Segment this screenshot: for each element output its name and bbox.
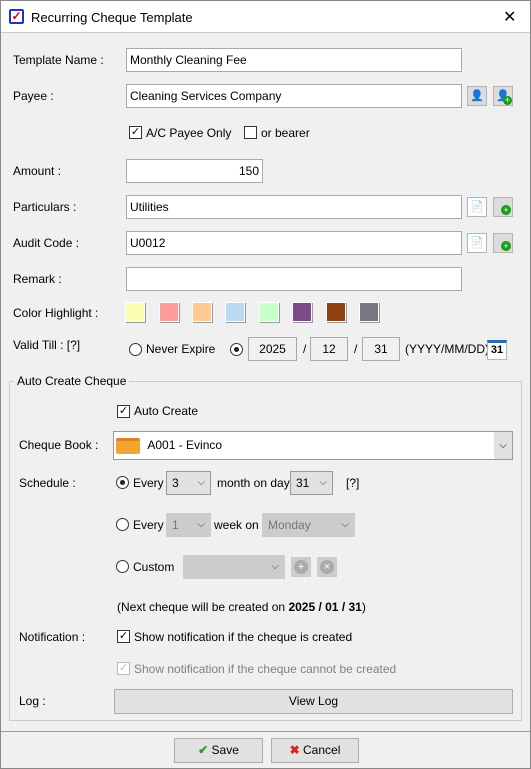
cancel-label: Cancel	[303, 743, 341, 757]
window-title: Recurring Cheque Template	[31, 10, 193, 25]
month-day-select[interactable]: 31 ⌵	[290, 471, 333, 495]
year-input[interactable]: 2025	[248, 337, 297, 361]
month-input[interactable]: 12	[310, 337, 348, 361]
calendar-icon[interactable]: 31	[487, 340, 507, 360]
log-label: Log :	[19, 694, 46, 708]
color-swatch[interactable]	[259, 302, 279, 322]
valid-till-label: Valid Till : [?]	[13, 338, 81, 352]
notification-label: Notification :	[19, 630, 86, 644]
cross-icon: ✖	[289, 743, 300, 757]
schedule-help-link[interactable]: [?]	[346, 476, 359, 490]
color-swatch[interactable]	[125, 302, 145, 322]
color-swatch[interactable]	[192, 302, 212, 322]
remark-label: Remark :	[13, 272, 62, 286]
every-label: Every	[133, 476, 164, 490]
auto-create-checkbox[interactable]: ✓	[117, 405, 130, 418]
next-date: 2025 / 01 / 31	[288, 600, 362, 614]
custom-select[interactable]: ⌵	[183, 555, 285, 579]
color-swatch[interactable]	[326, 302, 346, 322]
template-name-input[interactable]: Monthly Cleaning Fee	[126, 48, 462, 72]
or-bearer-checkbox[interactable]	[244, 126, 257, 139]
next-suffix: )	[361, 600, 366, 614]
document-icon[interactable]: 📄	[467, 197, 487, 217]
next-prefix: (Next cheque will be created on	[117, 600, 289, 614]
monthly-radio[interactable]	[116, 476, 129, 489]
auto-create-group-title: Auto Create Cheque	[14, 374, 130, 388]
ac-payee-only-label: A/C Payee Only	[146, 126, 232, 140]
template-name-label: Template Name :	[13, 53, 104, 67]
payee-input[interactable]: Cleaning Services Company	[126, 84, 462, 108]
document-icon[interactable]: 📄	[467, 233, 487, 253]
cheque-book-label: Cheque Book :	[19, 438, 99, 452]
color-swatch[interactable]	[225, 302, 245, 322]
save-label: Save	[211, 743, 239, 757]
ac-payee-only-checkbox[interactable]: ✓	[129, 126, 142, 139]
remove-custom-icon[interactable]: ×	[317, 557, 337, 577]
remark-input[interactable]	[126, 267, 462, 291]
particulars-input[interactable]: Utilities	[126, 195, 462, 219]
notify-failed-label: Show notification if the cheque cannot b…	[134, 662, 397, 676]
notify-created-label: Show notification if the cheque is creat…	[134, 630, 353, 644]
dialog-window: ✓ Recurring Cheque Template ✕ Template N…	[0, 0, 531, 769]
color-swatch[interactable]	[359, 302, 379, 322]
auto-create-label: Auto Create	[134, 404, 199, 418]
never-expire-radio[interactable]	[129, 343, 142, 356]
week-on-label: week on	[214, 518, 259, 532]
add-payee-icon[interactable]: 👤 +	[493, 86, 513, 106]
notify-failed-checkbox[interactable]: ✓	[117, 662, 130, 675]
week-interval-value: 1	[172, 518, 179, 532]
custom-label: Custom	[133, 560, 175, 574]
folder-icon	[116, 437, 140, 454]
date-separator: /	[303, 342, 307, 356]
title-bar: ✓ Recurring Cheque Template ✕	[1, 1, 530, 33]
month-interval-value: 3	[172, 476, 179, 490]
date-separator: /	[354, 342, 358, 356]
month-on-day-label: month on day	[217, 476, 290, 490]
audit-code-label: Audit Code :	[13, 236, 80, 250]
color-highlight-label: Color Highlight :	[13, 306, 99, 320]
cheque-book-value: A001 - Evinco	[147, 438, 223, 452]
weekday-select[interactable]: Monday ⌵	[262, 513, 355, 537]
weekly-radio[interactable]	[116, 518, 129, 531]
every-label: Every	[133, 518, 164, 532]
month-day-value: 31	[296, 476, 310, 490]
cancel-button[interactable]: ✖ Cancel	[271, 738, 359, 763]
view-log-button[interactable]: View Log	[114, 689, 513, 714]
week-interval-select[interactable]: 1 ⌵	[166, 513, 211, 537]
save-button[interactable]: ✔ Save	[174, 738, 263, 763]
valid-date-radio[interactable]	[230, 343, 243, 356]
chevron-down-icon: ⌵	[341, 519, 349, 530]
chevron-down-icon: ⌵	[197, 477, 205, 488]
color-swatch[interactable]	[292, 302, 312, 322]
select-payee-icon[interactable]: 👤	[467, 86, 487, 106]
chevron-down-icon: ⌵	[319, 477, 327, 488]
amount-label: Amount :	[13, 164, 62, 178]
checkmark-icon: ✔	[198, 743, 209, 757]
date-format-hint: (YYYY/MM/DD)	[405, 342, 489, 356]
add-custom-icon[interactable]: +	[291, 557, 311, 577]
chevron-down-icon: ⌵	[197, 519, 205, 530]
month-interval-select[interactable]: 3 ⌵	[166, 471, 211, 495]
add-particulars-icon[interactable]: +	[493, 197, 513, 217]
app-icon: ✓	[9, 9, 24, 24]
next-cheque-info: (Next cheque will be created on 2025 / 0…	[117, 600, 366, 614]
audit-code-input[interactable]: U0012	[126, 231, 462, 255]
footer-divider	[1, 731, 530, 732]
color-swatch[interactable]	[159, 302, 179, 322]
add-audit-code-icon[interactable]: +	[493, 233, 513, 253]
never-expire-label: Never Expire	[146, 342, 216, 356]
payee-label: Payee :	[13, 89, 54, 103]
schedule-label: Schedule :	[19, 476, 76, 490]
custom-radio[interactable]	[116, 560, 129, 573]
particulars-label: Particulars :	[13, 200, 77, 214]
day-input[interactable]: 31	[362, 337, 400, 361]
or-bearer-label: or bearer	[261, 126, 310, 140]
chevron-down-icon[interactable]: ⌵	[494, 432, 512, 459]
chevron-down-icon: ⌵	[271, 561, 279, 572]
weekday-value: Monday	[268, 518, 311, 532]
amount-input[interactable]: 150	[126, 159, 263, 183]
cheque-book-select[interactable]: A001 - Evinco ⌵	[113, 431, 513, 460]
notify-created-checkbox[interactable]: ✓	[117, 630, 130, 643]
close-icon[interactable]: ✕	[503, 7, 516, 27]
